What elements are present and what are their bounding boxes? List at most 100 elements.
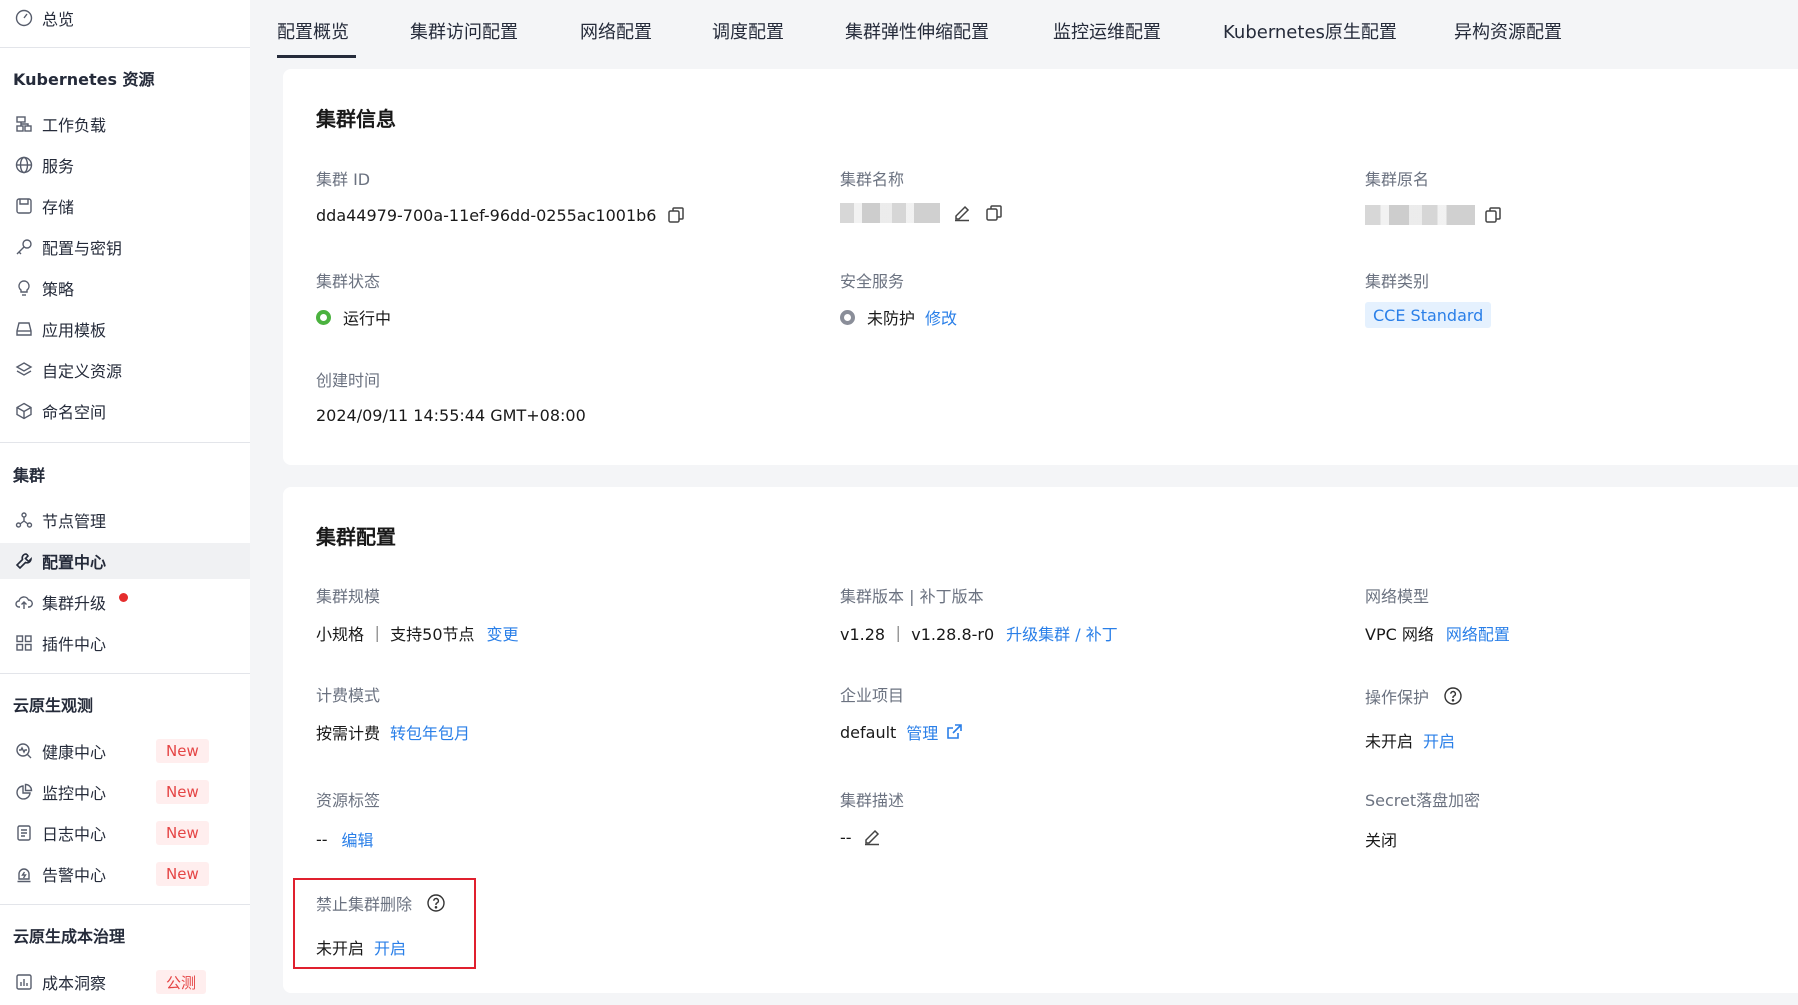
sidebar-item-node-management[interactable]: 节点管理	[0, 502, 250, 538]
card-title: 集群配置	[316, 525, 396, 549]
convert-yearly-link[interactable]: 转包年包月	[390, 720, 470, 744]
card-title: 集群信息	[316, 107, 396, 131]
new-badge: New	[156, 862, 209, 886]
help-icon[interactable]	[1443, 686, 1463, 706]
desc-text: --	[840, 827, 852, 847]
sidebar-item-cluster-upgrade[interactable]: 集群升级	[0, 584, 250, 620]
divider	[0, 47, 250, 48]
divider	[0, 673, 250, 674]
template-icon	[14, 319, 34, 339]
notification-dot	[119, 593, 128, 602]
edit-icon[interactable]	[952, 203, 972, 223]
cluster-desc-value: --	[840, 827, 882, 847]
created-time-label: 创建时间	[316, 371, 381, 390]
alarm-icon	[14, 864, 34, 884]
tab-kubernetes-native[interactable]: Kubernetes原生配置	[1223, 18, 1397, 44]
status-running-icon	[316, 309, 331, 325]
cluster-origin-value	[1365, 205, 1503, 225]
billing-mode-label: 计费模式	[316, 686, 381, 705]
external-link-icon[interactable]	[944, 722, 964, 742]
tags-text: --	[316, 829, 328, 849]
edit-icon[interactable]	[862, 827, 882, 847]
copy-icon[interactable]	[1483, 205, 1503, 225]
sidebar-item-monitor-center[interactable]: 监控中心 New	[0, 774, 250, 810]
tab-monitoring-ops[interactable]: 监控运维配置	[1053, 18, 1161, 44]
sidebar-item-app-template[interactable]: 应用模板	[0, 311, 250, 347]
network-model-label: 网络模型	[1365, 587, 1430, 606]
grid-icon	[14, 633, 34, 653]
operation-protect-label: 操作保护	[1365, 684, 1463, 708]
cluster-desc-label: 集群描述	[840, 791, 905, 810]
cluster-origin-label: 集群原名	[1365, 170, 1430, 189]
sidebar-item-namespace[interactable]: 命名空间	[0, 393, 250, 429]
sidebar-item-storage[interactable]: 存储	[0, 188, 250, 224]
sidebar-item-log-center[interactable]: 日志中心 New	[0, 815, 250, 851]
sidebar-item-label: 自定义资源	[42, 362, 123, 381]
sidebar-item-custom-resource[interactable]: 自定义资源	[0, 352, 250, 388]
upgrade-cluster-link[interactable]: 升级集群 / 补丁	[1006, 621, 1118, 645]
sidebar-item-health-center[interactable]: 健康中心 New	[0, 733, 250, 769]
sidebar-item-label: 工作负载	[42, 116, 107, 135]
sidebar-item-policy[interactable]: 策略	[0, 270, 250, 306]
sidebar-item-workload[interactable]: 工作负载	[0, 106, 250, 142]
sidebar-item-addon-center[interactable]: 插件中心	[0, 625, 250, 661]
edit-tags-link[interactable]: 编辑	[342, 827, 374, 851]
cluster-type-label: 集群类别	[1365, 272, 1430, 291]
section-title-cost: 云原生成本治理	[13, 927, 126, 946]
section-title-k8s: Kubernetes 资源	[13, 70, 155, 89]
sidebar-item-service[interactable]: 服务	[0, 147, 250, 183]
cloud-upload-icon	[14, 592, 34, 612]
sidebar-item-label: 告警中心	[42, 866, 107, 885]
cluster-name-value	[840, 203, 1004, 223]
tab-scheduling[interactable]: 调度配置	[712, 18, 784, 44]
network-model-value: VPC 网络 网络配置	[1365, 621, 1510, 645]
sidebar-item-overview[interactable]: 总览	[0, 0, 250, 36]
sidebar-item-config-secret[interactable]: 配置与密钥	[0, 229, 250, 265]
sidebar-item-label: 服务	[42, 157, 75, 176]
new-badge: New	[156, 780, 209, 804]
bulb-icon	[14, 278, 34, 298]
manage-project-link[interactable]: 管理	[906, 720, 938, 744]
copy-icon[interactable]	[984, 203, 1004, 223]
wrench-icon	[14, 551, 34, 571]
active-tab-indicator	[277, 55, 356, 58]
change-scale-link[interactable]: 变更	[487, 621, 519, 645]
tab-config-overview[interactable]: 配置概览	[277, 18, 349, 44]
sidebar-item-label: 日志中心	[42, 825, 107, 844]
sidebar-item-label: 命名空间	[42, 403, 107, 422]
enable-protect-link[interactable]: 开启	[1423, 728, 1455, 752]
cluster-id-value: dda44979-700a-11ef-96dd-0255ac1001b6	[316, 205, 686, 225]
billing-text: 按需计费	[316, 724, 381, 743]
redacted-name	[840, 203, 940, 223]
security-service-label: 安全服务	[840, 272, 905, 291]
modify-security-link[interactable]: 修改	[925, 305, 957, 329]
cluster-id-text: dda44979-700a-11ef-96dd-0255ac1001b6	[316, 205, 657, 225]
network-config-link[interactable]: 网络配置	[1446, 621, 1510, 645]
sidebar-item-label: 插件中心	[42, 635, 107, 654]
cluster-scale-label: 集群规模	[316, 587, 381, 606]
sidebar-item-alarm-center[interactable]: 告警中心 New	[0, 856, 250, 892]
workload-icon	[14, 114, 34, 134]
divider	[0, 904, 250, 905]
sidebar-item-label: 健康中心	[42, 743, 107, 762]
storage-icon	[14, 196, 34, 216]
sidebar-item-label: 节点管理	[42, 512, 107, 531]
status-unprotected-icon	[840, 309, 855, 325]
sidebar-item-label: 策略	[42, 280, 75, 299]
cluster-id-label: 集群 ID	[316, 170, 371, 189]
cluster-type-value: CCE Standard	[1365, 302, 1492, 328]
sidebar-item-label: 应用模板	[42, 321, 107, 340]
sidebar-item-cost-insight[interactable]: 成本洞察 公测	[0, 964, 250, 1000]
pie-chart-icon	[14, 782, 34, 802]
sidebar-item-label: 配置与密钥	[42, 239, 123, 258]
copy-icon[interactable]	[666, 205, 686, 225]
cluster-type-tag: CCE Standard	[1365, 302, 1492, 328]
tab-heterogeneous[interactable]: 异构资源配置	[1454, 18, 1562, 44]
sidebar-item-config-center[interactable]: 配置中心	[0, 543, 250, 579]
tab-autoscaling[interactable]: 集群弹性伸缩配置	[845, 18, 989, 44]
cluster-version-label: 集群版本 | 补丁版本	[840, 587, 984, 606]
sidebar: 总览 Kubernetes 资源 工作负载 服务 存储 配置与密钥 策略 应用模…	[0, 0, 250, 1005]
tab-network[interactable]: 网络配置	[580, 18, 652, 44]
cluster-config-card: 集群配置 集群规模 小规格 ｜ 支持50节点 变更 集群版本 | 补丁版本 v1…	[283, 487, 1798, 993]
tab-cluster-access[interactable]: 集群访问配置	[410, 18, 518, 44]
